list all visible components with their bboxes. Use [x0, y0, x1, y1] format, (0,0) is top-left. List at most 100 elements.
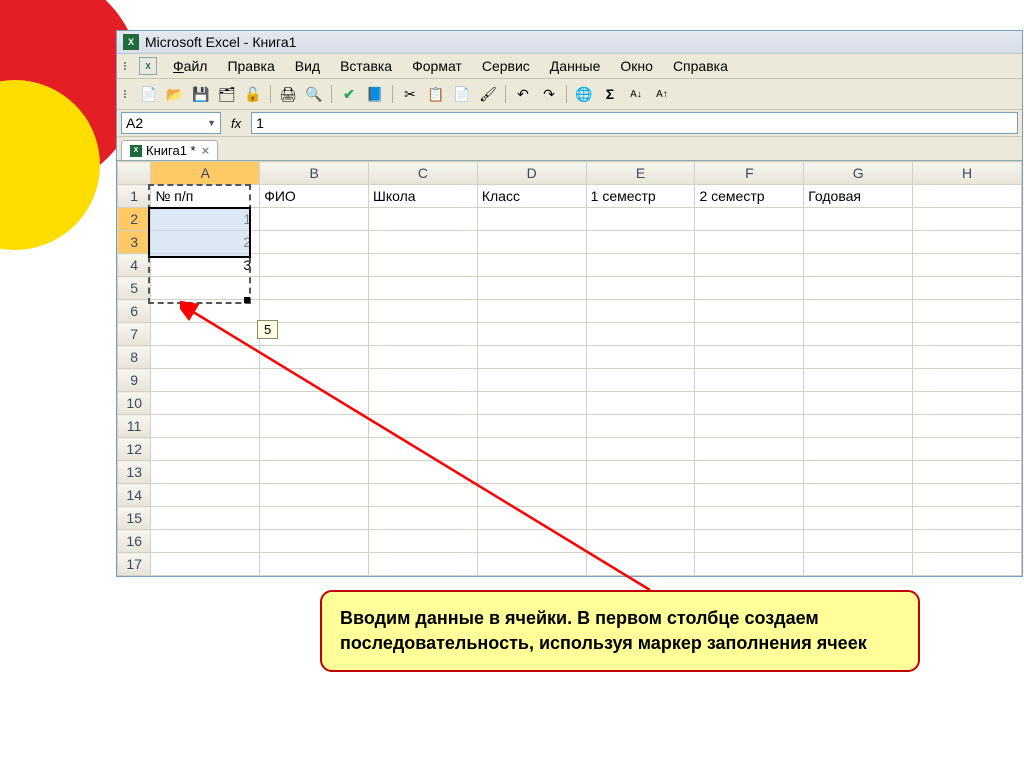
cell-D1[interactable]: Класс	[477, 185, 586, 208]
col-header-E[interactable]: E	[586, 162, 695, 185]
cell-A17[interactable]	[151, 553, 260, 576]
cell-E16[interactable]	[586, 530, 695, 553]
col-header-D[interactable]: D	[477, 162, 586, 185]
cell-G15[interactable]	[804, 507, 913, 530]
toolbar-grip-icon[interactable]	[124, 90, 132, 98]
menu-tools[interactable]: Сервис	[474, 56, 538, 76]
cell-G9[interactable]	[804, 369, 913, 392]
col-header-F[interactable]: F	[695, 162, 804, 185]
cell-E2[interactable]	[586, 208, 695, 231]
cell-F12[interactable]	[695, 438, 804, 461]
cell-C7[interactable]	[369, 323, 478, 346]
cell-E6[interactable]	[586, 300, 695, 323]
cell-G1[interactable]: Годовая	[804, 185, 913, 208]
cell-C13[interactable]	[369, 461, 478, 484]
cell-D11[interactable]	[477, 415, 586, 438]
row-header-9[interactable]: 9	[118, 369, 151, 392]
row-header-14[interactable]: 14	[118, 484, 151, 507]
research-button[interactable]: 📘	[363, 82, 387, 106]
menu-insert[interactable]: Вставка	[332, 56, 400, 76]
cell-H13[interactable]	[913, 461, 1022, 484]
cell-H6[interactable]	[913, 300, 1022, 323]
sort-asc-button[interactable]: A↓	[624, 82, 648, 106]
cell-A8[interactable]	[151, 346, 260, 369]
cell-E8[interactable]	[586, 346, 695, 369]
cell-E14[interactable]	[586, 484, 695, 507]
cell-A10[interactable]	[151, 392, 260, 415]
cell-D14[interactable]	[477, 484, 586, 507]
cell-E1[interactable]: 1 семестр	[586, 185, 695, 208]
cell-H3[interactable]	[913, 231, 1022, 254]
cell-B10[interactable]	[260, 392, 369, 415]
cell-F1[interactable]: 2 семестр	[695, 185, 804, 208]
row-header-12[interactable]: 12	[118, 438, 151, 461]
cut-button[interactable]: ✂	[398, 82, 422, 106]
cell-B16[interactable]	[260, 530, 369, 553]
col-header-A[interactable]: A	[151, 162, 260, 185]
row-header-8[interactable]: 8	[118, 346, 151, 369]
cell-C17[interactable]	[369, 553, 478, 576]
cell-H11[interactable]	[913, 415, 1022, 438]
cell-H9[interactable]	[913, 369, 1022, 392]
menu-help[interactable]: Справка	[665, 56, 736, 76]
row-header-7[interactable]: 7	[118, 323, 151, 346]
cell-F2[interactable]	[695, 208, 804, 231]
menu-window[interactable]: Окно	[612, 56, 661, 76]
cell-D3[interactable]	[477, 231, 586, 254]
open-button[interactable]: 📂	[163, 82, 187, 106]
cell-H8[interactable]	[913, 346, 1022, 369]
cell-F4[interactable]	[695, 254, 804, 277]
row-header-5[interactable]: 5	[118, 277, 151, 300]
row-header-1[interactable]: 1	[118, 185, 151, 208]
new-button[interactable]: 📄	[137, 82, 161, 106]
cell-C10[interactable]	[369, 392, 478, 415]
permission-button[interactable]: 🔓	[241, 82, 265, 106]
menu-data[interactable]: Данные	[542, 56, 609, 76]
name-box[interactable]: A2 ▼	[121, 112, 221, 134]
cell-G16[interactable]	[804, 530, 913, 553]
name-box-dropdown-icon[interactable]: ▼	[207, 118, 216, 128]
cell-G8[interactable]	[804, 346, 913, 369]
cell-E11[interactable]	[586, 415, 695, 438]
cell-G13[interactable]	[804, 461, 913, 484]
row-header-3[interactable]: 3	[118, 231, 151, 254]
cell-H5[interactable]	[913, 277, 1022, 300]
select-all-corner[interactable]	[118, 162, 151, 185]
cell-C16[interactable]	[369, 530, 478, 553]
cell-C15[interactable]	[369, 507, 478, 530]
cell-E15[interactable]	[586, 507, 695, 530]
spellcheck-button[interactable]: ✔	[337, 82, 361, 106]
cell-C2[interactable]	[369, 208, 478, 231]
cell-H10[interactable]	[913, 392, 1022, 415]
cell-E4[interactable]	[586, 254, 695, 277]
cell-C9[interactable]	[369, 369, 478, 392]
cell-E3[interactable]	[586, 231, 695, 254]
cell-B5[interactable]	[260, 277, 369, 300]
workbook-tab[interactable]: X Книга1 * ×	[121, 140, 218, 160]
row-header-11[interactable]: 11	[118, 415, 151, 438]
cell-G10[interactable]	[804, 392, 913, 415]
cell-A15[interactable]	[151, 507, 260, 530]
cell-C6[interactable]	[369, 300, 478, 323]
hyperlink-button[interactable]: 🌐	[572, 82, 596, 106]
cell-A11[interactable]	[151, 415, 260, 438]
cell-E17[interactable]	[586, 553, 695, 576]
cell-H12[interactable]	[913, 438, 1022, 461]
sort-desc-button[interactable]: A↑	[650, 82, 674, 106]
cell-F14[interactable]	[695, 484, 804, 507]
cell-F15[interactable]	[695, 507, 804, 530]
cell-B1[interactable]: ФИО	[260, 185, 369, 208]
cell-F13[interactable]	[695, 461, 804, 484]
row-header-2[interactable]: 2	[118, 208, 151, 231]
fill-handle[interactable]	[244, 297, 250, 303]
format-painter-button[interactable]: 🖌	[476, 82, 500, 106]
cell-C5[interactable]	[369, 277, 478, 300]
cell-A1[interactable]: № п/п	[151, 185, 260, 208]
cell-G11[interactable]	[804, 415, 913, 438]
cell-B3[interactable]	[260, 231, 369, 254]
cell-B2[interactable]	[260, 208, 369, 231]
fx-icon[interactable]: fx	[225, 116, 247, 131]
cell-H15[interactable]	[913, 507, 1022, 530]
cell-G17[interactable]	[804, 553, 913, 576]
menu-view[interactable]: Вид	[287, 56, 328, 76]
